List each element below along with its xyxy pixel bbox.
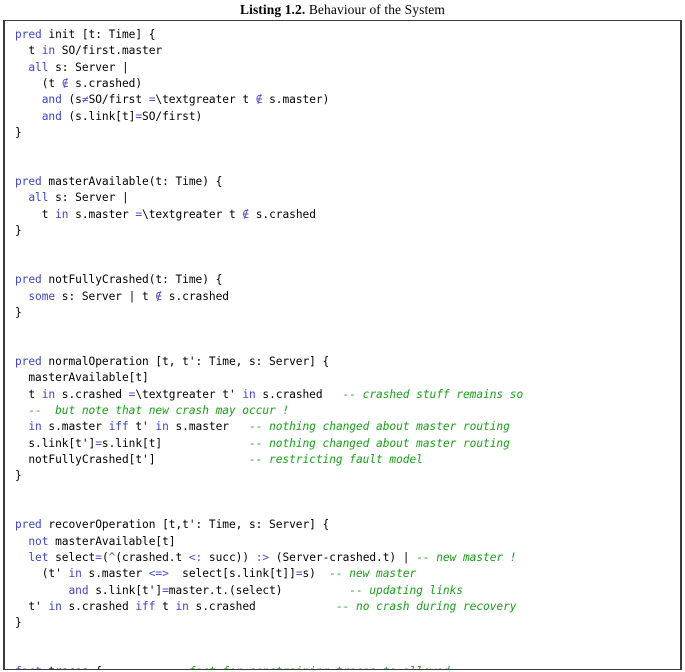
code-listing-box: pred init [t: Time] { t in SO/first.mast… bbox=[3, 20, 682, 670]
code-line: in s.master iff t' in s.master -- nothin… bbox=[28, 420, 510, 434]
code-line: t' in s.crashed iff t in s.crashed -- no… bbox=[15, 600, 517, 614]
code-line: pred normalOperation [t, t': Time, s: Se… bbox=[15, 354, 330, 368]
code-line: fact traces { -- fact for constraining t… bbox=[15, 664, 680, 669]
code-line: } bbox=[15, 305, 22, 319]
code-line: notFullyCrashed[t'] -- restricting fault… bbox=[15, 452, 423, 466]
caption-label: Listing 1.2. bbox=[240, 2, 306, 17]
code-line: } bbox=[15, 126, 22, 140]
code-line: t in s.master =\textgreater t ∉ s.crashe… bbox=[15, 207, 316, 221]
code-line: t in SO/first.master bbox=[15, 44, 163, 58]
code-line: all s: Server | bbox=[28, 191, 129, 205]
code-line: } bbox=[15, 616, 22, 630]
code-line: } bbox=[15, 469, 22, 483]
code-line: t in s.crashed =\textgreater t' in s.cra… bbox=[15, 387, 524, 401]
code-line: pred notFullyCrashed(t: Time) { bbox=[15, 273, 223, 287]
code-line: some s: Server | t ∉ s.crashed bbox=[28, 289, 229, 303]
code-line: and (s≠SO/first =\textgreater t ∉ s.mast… bbox=[41, 93, 330, 107]
caption-text: Behaviour of the System bbox=[308, 2, 445, 17]
code-line: } bbox=[15, 224, 22, 238]
code-line: pred recoverOperation [t,t': Time, s: Se… bbox=[15, 518, 330, 532]
code-line: and s.link[t']=master.t.(select) -- upda… bbox=[68, 583, 463, 597]
code-line: let select=(^(crashed.t <: succ)) :> (Se… bbox=[28, 551, 517, 564]
listing-page: Listing 1.2. Behaviour of the System pre… bbox=[0, 0, 685, 672]
code-line: s.link[t']=s.link[t] -- nothing changed … bbox=[15, 436, 510, 450]
code-line: pred masterAvailable(t: Time) { bbox=[15, 175, 223, 189]
code-line: all s: Server | bbox=[28, 60, 129, 74]
code-line: and (s.link[t]=SO/first) bbox=[41, 109, 203, 123]
code-line: (t' in s.master <=> select[s.link[t]]=s)… bbox=[15, 567, 417, 581]
code-body: pred init [t: Time] { t in SO/first.mast… bbox=[5, 21, 680, 669]
code-line: masterAvailable[t] bbox=[15, 371, 149, 385]
code-line: not masterAvailable[t] bbox=[28, 534, 176, 548]
code-line: (t ∉ s.crashed) bbox=[15, 77, 143, 91]
code-line: pred init [t: Time] { bbox=[15, 28, 156, 41]
code-line: -- but note that new crash may occur ! bbox=[28, 403, 290, 417]
listing-caption: Listing 1.2. Behaviour of the System bbox=[0, 0, 685, 21]
